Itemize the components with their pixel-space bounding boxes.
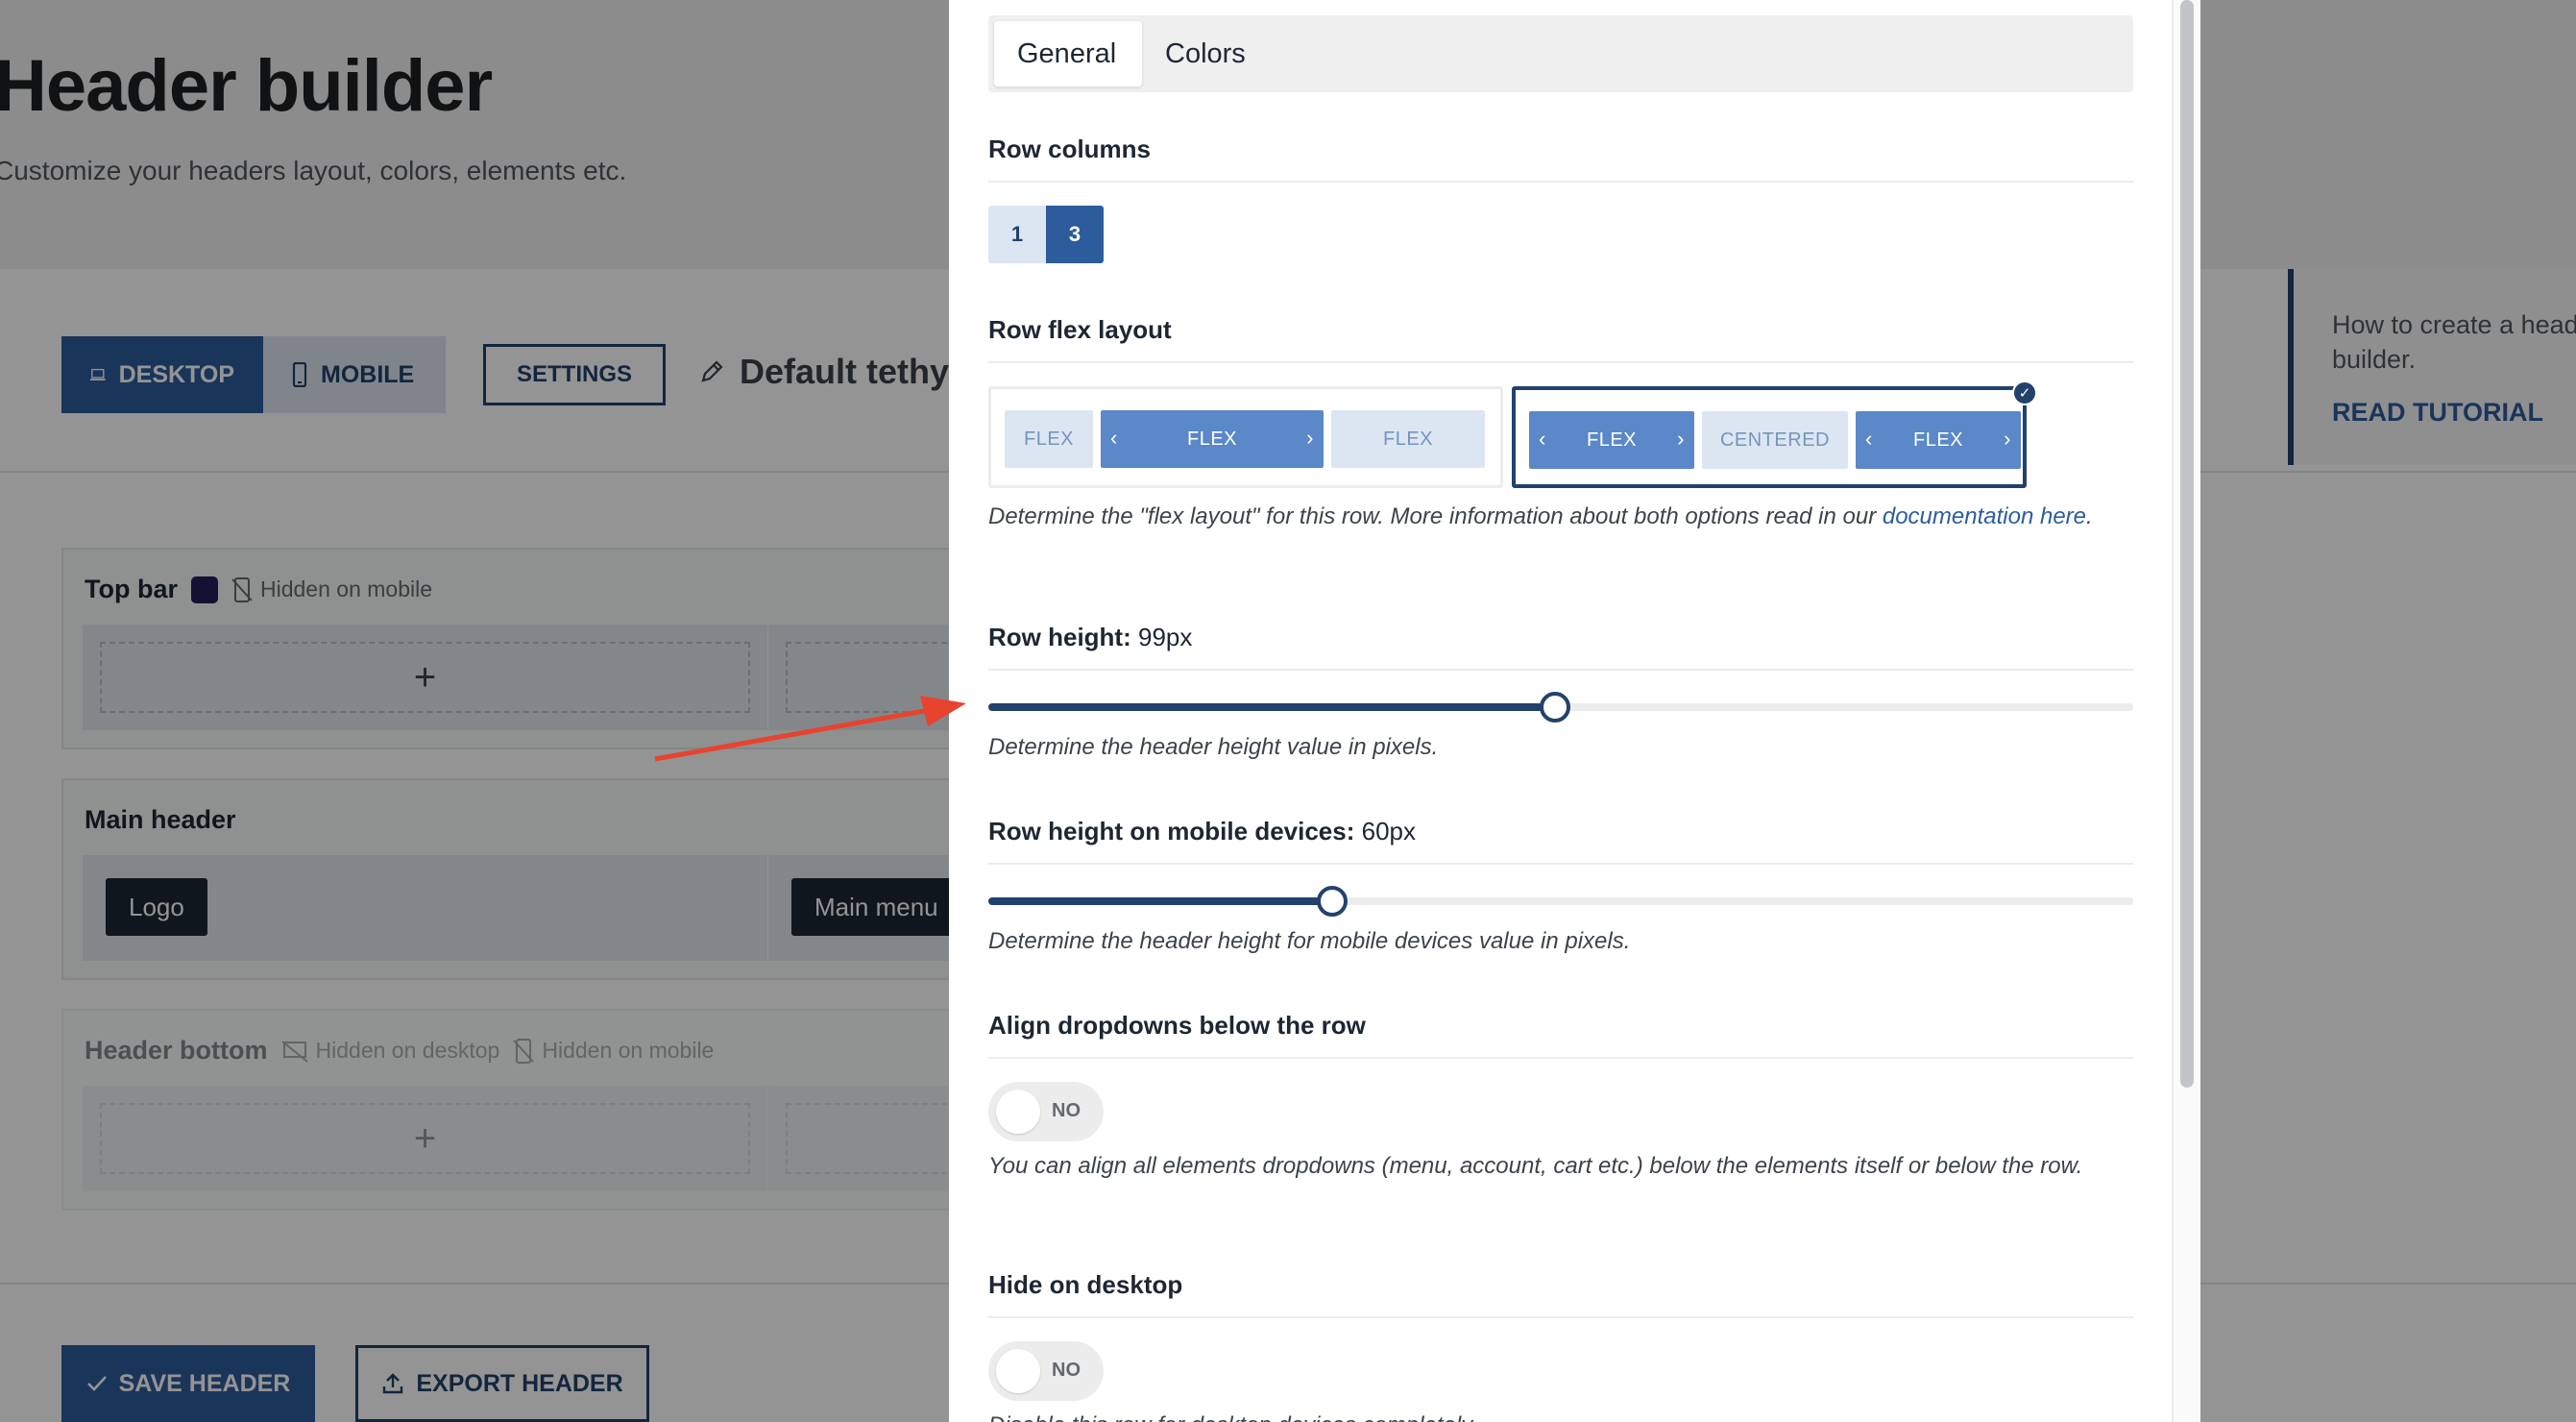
chevron-right-icon: ›: [1306, 426, 1314, 450]
hide-on-desktop-toggle[interactable]: NO: [988, 1341, 1104, 1401]
layout-chip: FLEX: [1331, 410, 1485, 468]
tab-colors[interactable]: Colors: [1142, 21, 1269, 86]
panel-tabs: General Colors: [988, 15, 2133, 92]
divider: [988, 361, 2133, 363]
row-settings-panel: General Colors Row columns 1 3 Row flex …: [949, 0, 2200, 1422]
tab-general[interactable]: General: [994, 21, 1142, 86]
align-dropdowns-toggle[interactable]: NO: [988, 1082, 1104, 1141]
toggle-label: NO: [1052, 1100, 1081, 1121]
chevron-right-icon: ›: [1677, 427, 1685, 451]
row-height-mobile-title: Row height on mobile devices: 60px: [988, 817, 1416, 846]
scrollbar-thumb[interactable]: [2180, 0, 2194, 1088]
slider-fill: [988, 897, 1332, 905]
layout-chip-label: FLEX: [1586, 429, 1638, 451]
toggle-label: NO: [1052, 1360, 1081, 1381]
align-dropdowns-description: You can align all elements dropdowns (me…: [988, 1153, 2083, 1179]
layout-chip-label: FLEX: [1912, 429, 1964, 451]
layout-chip-label: FLEX: [1186, 428, 1238, 450]
chevron-left-icon: ‹: [1110, 426, 1118, 450]
toggle-knob: [996, 1090, 1040, 1134]
layout-chip: FLEX: [1005, 410, 1093, 468]
row-columns-title: Row columns: [988, 135, 1152, 163]
row-height-mobile-label: Row height on mobile devices:: [988, 817, 1355, 846]
chevron-left-icon: ‹: [1539, 427, 1546, 451]
row-height-mobile-value: 60px: [1361, 817, 1417, 846]
chevron-left-icon: ‹: [1865, 427, 1873, 451]
flex-layout-description: Determine the "flex layout" for this row…: [988, 500, 2133, 534]
row-height-description: Determine the header height value in pix…: [988, 734, 1439, 760]
flex-layout-desc-text: Determine the "flex layout" for this row…: [988, 503, 1883, 529]
row-height-mobile-slider[interactable]: [988, 886, 2133, 917]
row-height-value: 99px: [1138, 623, 1193, 651]
layout-option-flex[interactable]: FLEX ‹ FLEX › FLEX: [988, 386, 1503, 488]
columns-option-3[interactable]: 3: [1046, 206, 1104, 263]
row-height-label: Row height:: [988, 623, 1131, 651]
layout-chip: ‹ FLEX ›: [1101, 410, 1324, 468]
toggle-knob: [996, 1349, 1040, 1393]
row-height-mobile-description: Determine the header height for mobile d…: [988, 928, 1631, 954]
hide-on-desktop-description: Disable this row for desktop devices com…: [988, 1409, 2133, 1422]
columns-option-1[interactable]: 1: [988, 206, 1046, 263]
layout-chip: CENTERED: [1702, 411, 1848, 469]
divider: [988, 1316, 2133, 1318]
layout-option-centered[interactable]: ‹ FLEX › CENTERED ‹ FLEX ›: [1512, 386, 2027, 488]
hide-on-desktop-title: Hide on desktop: [988, 1270, 1183, 1299]
row-height-title: Row height: 99px: [988, 623, 1192, 652]
layout-chip: ‹ FLEX ›: [1529, 411, 1694, 469]
chevron-right-icon: ›: [2004, 427, 2011, 451]
row-height-slider[interactable]: [988, 692, 2133, 723]
divider: [988, 1057, 2133, 1059]
row-flex-layout-title: Row flex layout: [988, 315, 1172, 344]
flex-layout-desc-end: .: [2086, 503, 2093, 529]
divider: [988, 863, 2133, 865]
layout-chip: ‹ FLEX ›: [1856, 411, 2021, 469]
checkmark-badge-icon: ✓: [2012, 380, 2037, 405]
slider-handle[interactable]: [1316, 886, 1348, 917]
documentation-link[interactable]: documentation here: [1883, 503, 2086, 529]
slider-handle[interactable]: [1540, 692, 1571, 723]
slider-fill: [988, 703, 1556, 711]
divider: [988, 181, 2133, 183]
align-dropdowns-title: Align dropdowns below the row: [988, 1011, 1366, 1040]
divider: [988, 669, 2133, 671]
